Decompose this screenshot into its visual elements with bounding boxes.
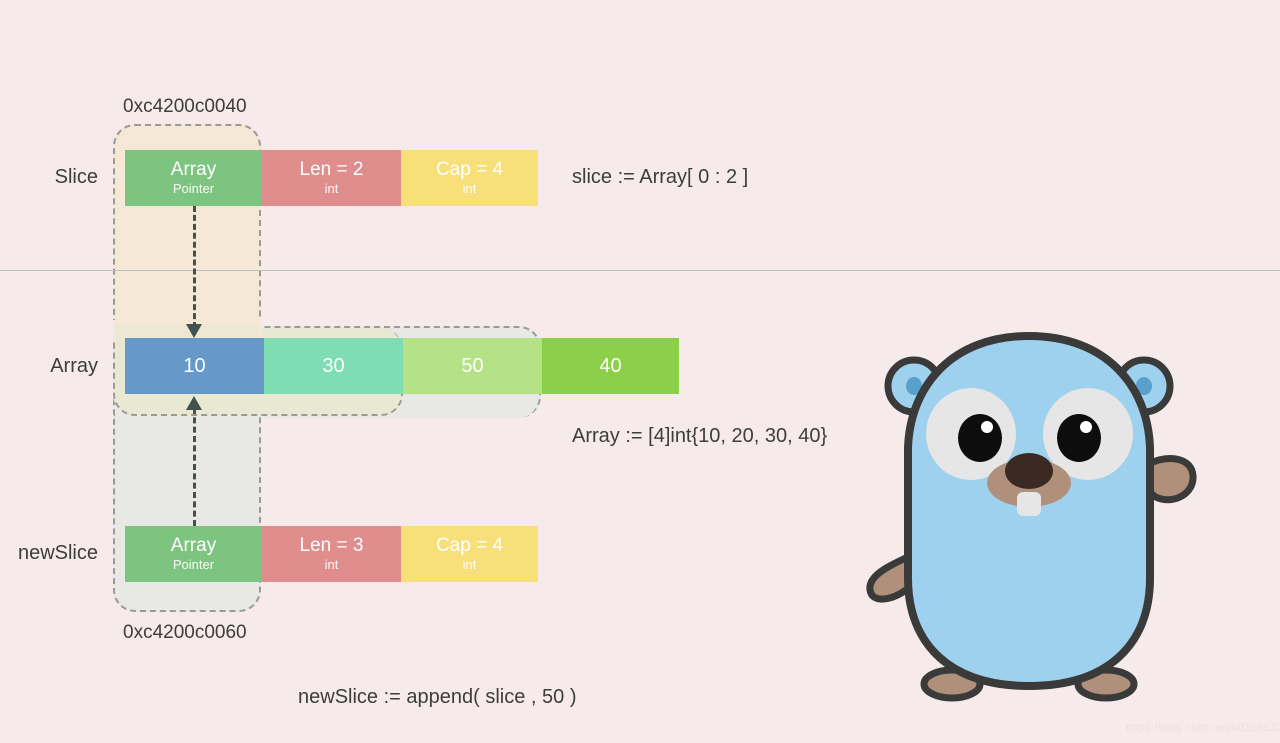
slice-field-capacity: Cap = 4 int <box>401 150 538 206</box>
slice-field-length: Len = 2 int <box>262 150 401 206</box>
array-expression-label: Array := [4]int{10, 20, 30, 40} <box>572 425 828 447</box>
array-cell: 10 <box>125 338 264 394</box>
newslice-header-struct: Array Pointer Len = 3 int Cap = 4 int <box>125 526 538 582</box>
append-expression-label: newSlice := append( slice , 50 ) <box>298 686 577 708</box>
watermark-label: https://blog.csdn.net/u010853261 <box>1126 722 1280 734</box>
slice-capacity-type: int <box>462 181 477 196</box>
slice-pointer-value: Array <box>170 159 217 180</box>
newslice-pointer-arrow-line <box>193 408 196 526</box>
slice-length-type: int <box>324 181 339 196</box>
newslice-length-value: Len = 3 <box>299 535 364 556</box>
slice-pointer-arrow-head-icon <box>186 324 202 338</box>
row-label-array: Array <box>50 355 98 377</box>
slice-field-pointer: Array Pointer <box>125 150 262 206</box>
slice-length-value: Len = 2 <box>299 159 364 180</box>
slice-expression-label: slice := Array[ 0 : 2 ] <box>572 166 749 188</box>
newslice-capacity-type: int <box>462 557 477 572</box>
slice-pointer-arrow-line <box>193 206 196 328</box>
array-cell: 40 <box>542 338 679 394</box>
section-divider <box>0 270 1280 271</box>
newslice-field-pointer: Array Pointer <box>125 526 262 582</box>
array-cell: 50 <box>403 338 542 394</box>
slice-header-struct: Array Pointer Len = 2 int Cap = 4 int <box>125 150 538 206</box>
newslice-address-label: 0xc4200c0060 <box>123 622 247 643</box>
newslice-pointer-type: Pointer <box>172 557 215 572</box>
array-cell: 30 <box>264 338 403 394</box>
slice-capacity-value: Cap = 4 <box>435 159 504 180</box>
newslice-field-length: Len = 3 int <box>262 526 401 582</box>
newslice-pointer-value: Array <box>170 535 217 556</box>
newslice-capacity-value: Cap = 4 <box>435 535 504 556</box>
diagram-canvas: Slice Array newSlice 0xc4200c0040 0xc420… <box>0 0 1280 743</box>
go-gopher-icon <box>866 332 1197 702</box>
row-label-slice: Slice <box>54 166 98 188</box>
slice-address-label: 0xc4200c0040 <box>123 96 247 117</box>
newslice-field-capacity: Cap = 4 int <box>401 526 538 582</box>
array-cells: 10 30 50 40 <box>125 338 679 394</box>
newslice-header-region <box>113 414 261 612</box>
slice-pointer-type: Pointer <box>172 181 215 196</box>
row-label-newslice: newSlice <box>17 542 98 564</box>
newslice-length-type: int <box>324 557 339 572</box>
newslice-pointer-arrow-head-icon <box>186 396 202 410</box>
